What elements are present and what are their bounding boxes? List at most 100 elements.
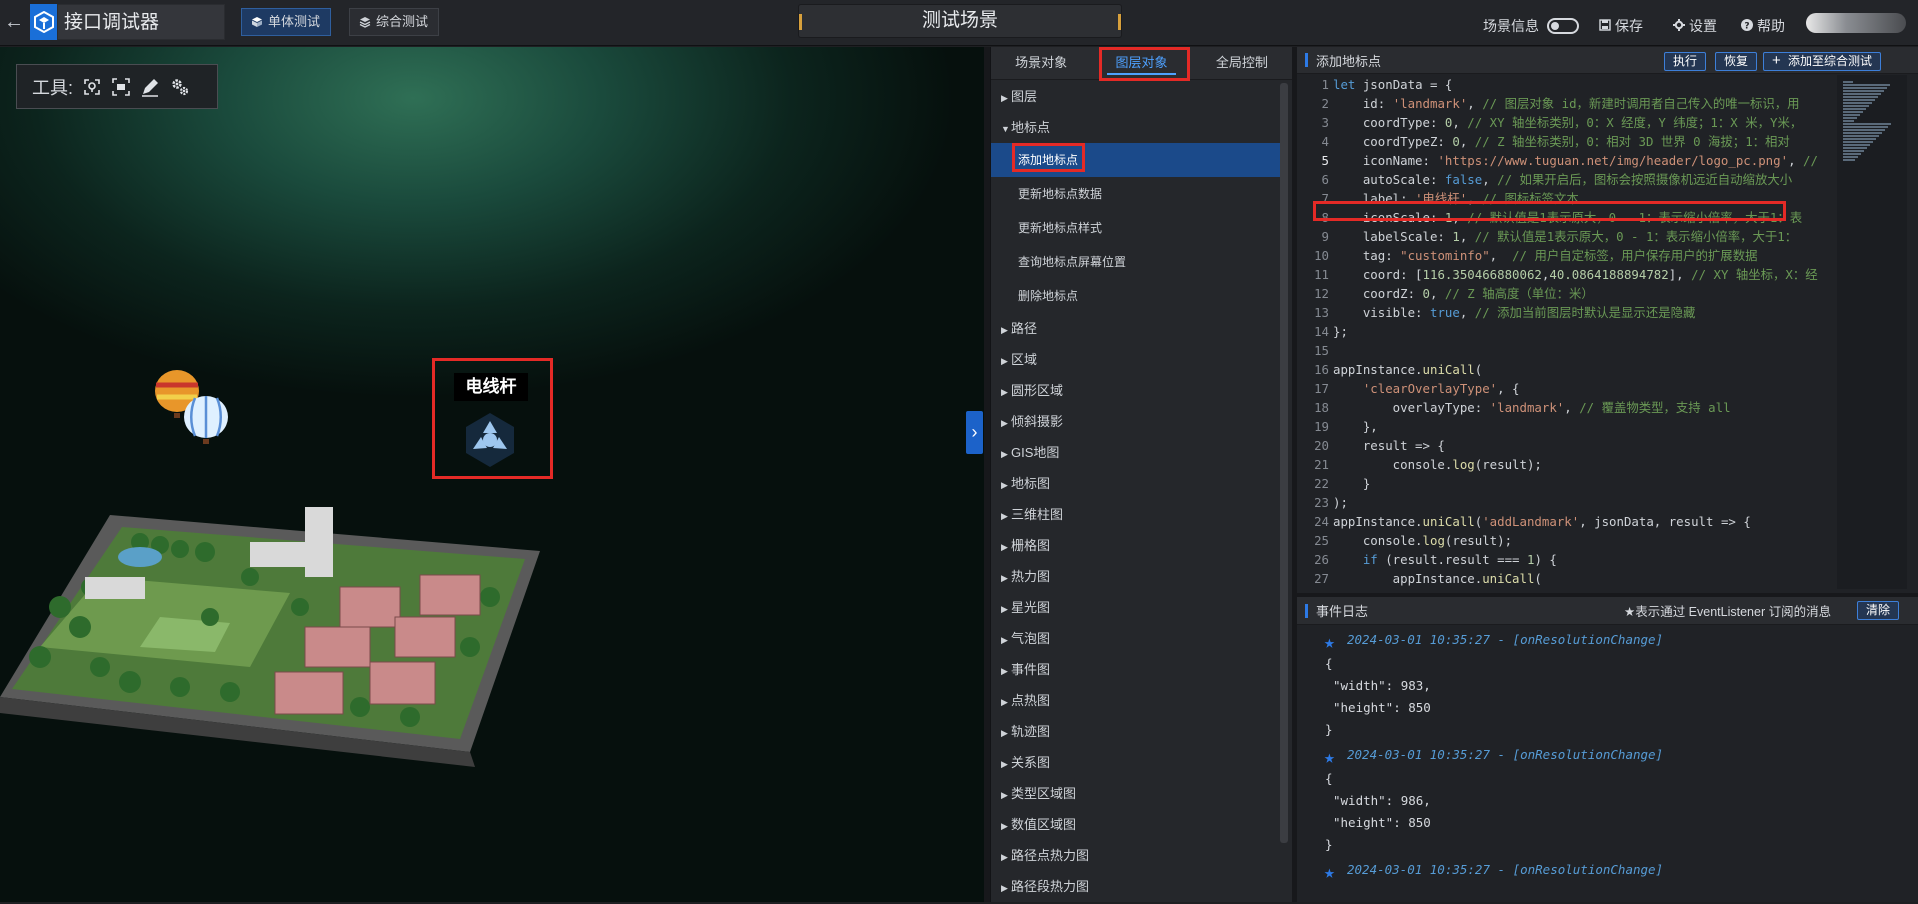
settings-button[interactable]: 设置 bbox=[1673, 16, 1717, 36]
minimap-line bbox=[1843, 123, 1891, 125]
tools-bar: 工具: bbox=[16, 64, 218, 109]
top-bar: ← 接口调试器 单体测试 综合测试 测试场景 场景信息 保存 设置 ? 帮助 bbox=[0, 0, 1918, 46]
tab-integrated-test[interactable]: 综合测试 bbox=[349, 8, 440, 36]
caret-right-icon: ▶ bbox=[1001, 449, 1008, 459]
minimap-line bbox=[1843, 93, 1881, 95]
help-button[interactable]: ? 帮助 bbox=[1741, 16, 1785, 36]
user-avatar[interactable] bbox=[1806, 13, 1906, 33]
hot-air-balloon-icon bbox=[184, 396, 228, 444]
tree-item-label: 热力图 bbox=[1011, 569, 1051, 584]
minimap-line bbox=[1843, 105, 1869, 107]
gears-icon[interactable] bbox=[169, 77, 191, 97]
caret-right-icon: ▶ bbox=[1001, 790, 1008, 800]
code-minimap[interactable] bbox=[1837, 75, 1907, 589]
minimap-line bbox=[1843, 144, 1870, 146]
code-line: 11 coord: [116.350466880062,40.086418889… bbox=[1314, 267, 1818, 282]
add-to-integrated-button[interactable]: + 添加至综合测试 bbox=[1763, 52, 1882, 71]
tree-item[interactable]: ▶ GIS地图 bbox=[991, 437, 1281, 468]
code-line: 24 appInstance.uniCall('addLandmark', jso… bbox=[1314, 514, 1751, 529]
tree-item[interactable]: ▶ 气泡图 bbox=[991, 623, 1281, 654]
landmark-label[interactable]: 电线杆 bbox=[454, 373, 528, 401]
tab-global-control[interactable]: 全局控制 bbox=[1192, 47, 1292, 79]
code-line: 1 let jsonData = { bbox=[1321, 77, 1453, 92]
tree-item[interactable]: ▶ 图层 bbox=[991, 81, 1281, 112]
tree-item[interactable]: ▶ 圆形区域 bbox=[991, 375, 1281, 406]
star-icon: ★ bbox=[1324, 747, 1335, 768]
tree-child-item[interactable]: 查询地标点屏幕位置 bbox=[991, 245, 1281, 279]
tree-item[interactable]: ▶ 栅格图 bbox=[991, 530, 1281, 561]
save-button[interactable]: 保存 bbox=[1599, 16, 1643, 36]
minimap-line bbox=[1843, 141, 1873, 143]
save-label: 保存 bbox=[1615, 18, 1643, 34]
caret-right-icon: ▶ bbox=[1001, 480, 1008, 490]
tree-item[interactable]: ▶ 星光图 bbox=[991, 592, 1281, 623]
code-editor[interactable]: 1 let jsonData = {2 id: 'landmark', // 图层… bbox=[1297, 75, 1832, 589]
toggle-switch-icon[interactable] bbox=[1547, 18, 1579, 34]
tree-item[interactable]: ▶ 三维柱图 bbox=[991, 499, 1281, 530]
tree-item[interactable]: ▶ 数值区域图 bbox=[991, 809, 1281, 840]
tree-item-label: 路径 bbox=[1011, 321, 1038, 336]
tab-scene-objects[interactable]: 场景对象 bbox=[991, 47, 1091, 79]
frame-select-icon[interactable] bbox=[111, 77, 131, 97]
minimap-line bbox=[1843, 111, 1863, 113]
star-icon: ★ bbox=[1324, 862, 1335, 883]
tree-scrollbar[interactable] bbox=[1280, 83, 1288, 843]
log-entry-body-line: } bbox=[1325, 722, 1333, 737]
minimap-line bbox=[1843, 96, 1878, 98]
tree-item[interactable]: ▶ 点热图 bbox=[991, 685, 1281, 716]
locate-icon[interactable] bbox=[82, 77, 102, 97]
tree-child-item[interactable]: 更新地标点数据 bbox=[991, 177, 1281, 211]
code-line: 15 bbox=[1314, 343, 1329, 358]
caret-right-icon: ▶ bbox=[1001, 387, 1008, 397]
minimap-line bbox=[1843, 126, 1888, 128]
tree-item[interactable]: ▶ 路径点热力图 bbox=[991, 840, 1281, 871]
log-entry-body-line: "width": 986, bbox=[1333, 793, 1431, 808]
tree-item-label: 圆形区域 bbox=[1011, 383, 1064, 398]
log-entry: ★ 2024-03-01 10:35:27 - [onResolutionChan… bbox=[1297, 856, 1912, 883]
tree-item[interactable]: ▶ 路径段热力图 bbox=[991, 871, 1281, 902]
tree-item[interactable]: ▶ 关系图 bbox=[991, 747, 1281, 778]
app-logo-icon bbox=[30, 4, 57, 40]
tree-item-label: 三维柱图 bbox=[1011, 507, 1064, 522]
caret-right-icon: ▶ bbox=[1001, 759, 1008, 769]
log-entry-header: ★ 2024-03-01 10:35:27 - [onResolutionChan… bbox=[1297, 626, 1912, 653]
tree-item[interactable]: ▶ 类型区域图 bbox=[991, 778, 1281, 809]
tree-item-label: 星光图 bbox=[1011, 600, 1051, 615]
code-line: 23); bbox=[1314, 495, 1348, 510]
log-title: 事件日志 bbox=[1316, 604, 1369, 619]
code-line: 10 tag: "custominfo", // 用户自定标签，用户保存用户的扩… bbox=[1314, 248, 1758, 263]
tree-item[interactable]: ▼地标点 bbox=[991, 112, 1281, 143]
caret-right-icon: ▶ bbox=[1001, 666, 1008, 676]
tree-item[interactable]: ▶ 地标图 bbox=[991, 468, 1281, 499]
restore-button[interactable]: 恢复 bbox=[1715, 52, 1758, 71]
tree-item[interactable]: ▶ 路径 bbox=[991, 313, 1281, 344]
minimap-line bbox=[1843, 156, 1858, 158]
code-line: 27 appInstance.uniCall( bbox=[1314, 571, 1542, 586]
tab-unit-test[interactable]: 单体测试 bbox=[241, 8, 332, 36]
landmark-marker-icon[interactable] bbox=[461, 411, 519, 469]
svg-text:?: ? bbox=[1744, 22, 1749, 32]
caret-down-icon: ▼ bbox=[1001, 124, 1010, 134]
minimap-line bbox=[1843, 102, 1872, 104]
tree-item[interactable]: ▶ 倾斜摄影 bbox=[991, 406, 1281, 437]
log-entry-body-line: "width": 983, bbox=[1333, 678, 1431, 693]
collapse-panel-button[interactable]: › bbox=[966, 411, 983, 454]
tree-child-item[interactable]: 删除地标点 bbox=[991, 279, 1281, 313]
code-line: 21 console.log(result); bbox=[1314, 457, 1542, 472]
tree-item[interactable]: ▶ 轨迹图 bbox=[991, 716, 1281, 747]
tree-item[interactable]: ▶ 热力图 bbox=[991, 561, 1281, 592]
scene-viewport[interactable]: 工具: 电线杆 › bbox=[0, 47, 984, 902]
back-arrow-icon[interactable]: ← bbox=[0, 0, 28, 46]
tree-item[interactable]: ▶ 区域 bbox=[991, 344, 1281, 375]
caret-right-icon: ▶ bbox=[1001, 356, 1008, 366]
tree-item-label: 栅格图 bbox=[1011, 538, 1051, 553]
pencil-icon[interactable] bbox=[140, 77, 160, 97]
scene-info-toggle[interactable]: 场景信息 bbox=[1483, 16, 1579, 36]
clear-log-button[interactable]: 清除 bbox=[1857, 601, 1900, 620]
tree-item[interactable]: ▶ 事件图 bbox=[991, 654, 1281, 685]
tree-child-item[interactable]: 更新地标点样式 bbox=[991, 211, 1281, 245]
code-line: 14}; bbox=[1314, 324, 1348, 339]
run-button[interactable]: 执行 bbox=[1664, 52, 1707, 71]
minimap-line bbox=[1843, 87, 1887, 89]
minimap-line bbox=[1843, 84, 1890, 86]
